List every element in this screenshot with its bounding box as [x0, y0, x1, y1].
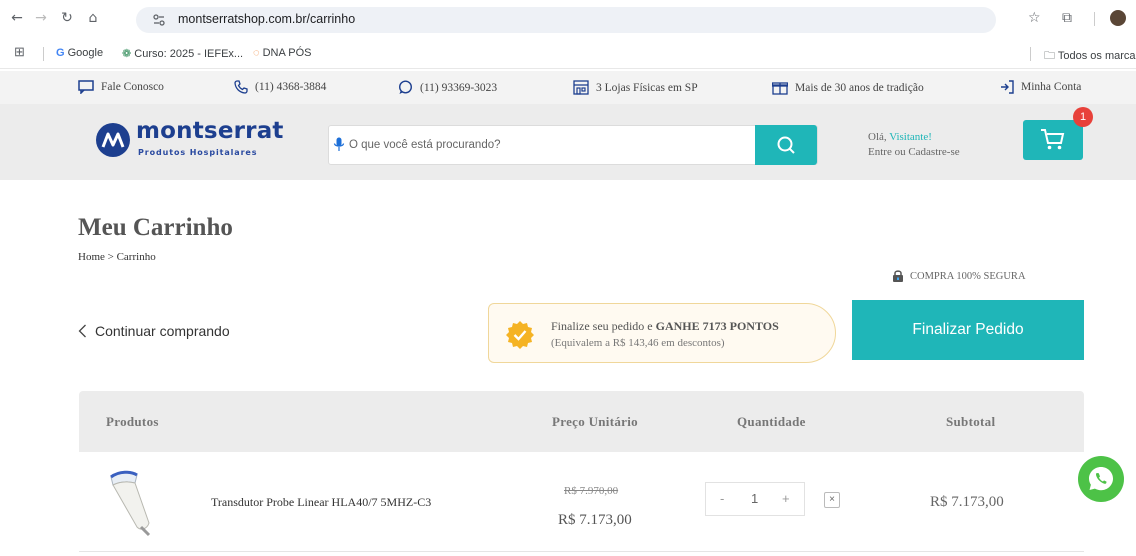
verified-badge-icon — [506, 321, 534, 349]
bookmarks-bar: ⊞ G Google ❁ Curso: 2025 - IEFEx... ◌ DN… — [0, 38, 1136, 69]
continue-shopping-link[interactable]: Continuar comprando — [78, 323, 230, 339]
search-icon — [777, 136, 795, 154]
bookmark-star-icon[interactable]: ☆ — [1028, 8, 1041, 28]
remove-item-button[interactable]: × — [824, 492, 840, 508]
profile-avatar[interactable] — [1110, 10, 1126, 26]
points-banner: Finalize seu pedido e GANHE 7173 PONTOS … — [488, 303, 836, 363]
points-equivalence: (Equivalem a R$ 143,46 em descontos) — [551, 337, 725, 349]
breadcrumb[interactable]: Home > Carrinho — [78, 251, 156, 263]
points-message: Finalize seu pedido e GANHE 7173 PONTOS — [551, 319, 779, 333]
lock-icon — [893, 270, 903, 282]
whatsapp-outline-icon — [398, 80, 413, 94]
header-subtotal: Subtotal — [946, 414, 996, 429]
apps-grid-icon[interactable]: ⊞ — [14, 44, 25, 60]
page-title: Meu Carrinho — [78, 214, 233, 241]
user-greeting[interactable]: Olá, Visitante! Entre ou Cadastre-se — [868, 130, 960, 160]
item-subtotal: R$ 7.173,00 — [930, 494, 1004, 510]
bookmark-dna-pos[interactable]: ◌ DNA PÓS — [253, 47, 312, 59]
cart-table-header: Produtos Preço Unitário Quantidade Subto… — [79, 391, 1084, 452]
bookmark-curso[interactable]: ❁ Curso: 2025 - IEFEx... — [122, 47, 243, 60]
folder-icon: 🗀 — [1044, 50, 1055, 62]
curso-icon: ❁ — [122, 48, 132, 60]
microphone-icon[interactable] — [333, 137, 345, 153]
reload-icon[interactable]: ↻ — [58, 9, 76, 27]
old-price: R$ 7.970,00 — [564, 485, 619, 497]
all-bookmarks[interactable]: 🗀 Todos os marca — [1044, 47, 1136, 66]
logo-subtitle: Produtos Hospitalares — [138, 148, 258, 157]
visitor-name: Visitante! — [889, 131, 932, 143]
toolbar-divider — [1094, 12, 1095, 26]
chevron-left-icon — [78, 324, 86, 338]
google-icon: G — [56, 47, 65, 59]
quantity-decrease-button[interactable]: - — [720, 491, 724, 506]
cart-item-row: Transdutor Probe Linear HLA40/7 5MHZ-C3 … — [79, 452, 1084, 552]
extensions-icon[interactable]: ⧉ — [1062, 8, 1072, 28]
header-unit-price: Preço Unitário — [552, 414, 638, 429]
secure-purchase-badge: COMPRA 100% SEGURA — [892, 269, 1026, 283]
header-quantity: Quantidade — [737, 414, 806, 429]
finalize-order-button[interactable]: Finalizar Pedido — [852, 300, 1084, 360]
logo-name: montserrat — [136, 118, 284, 144]
cart-button[interactable] — [1023, 120, 1083, 160]
stores-link[interactable]: 3 Lojas Físicas em SP — [573, 80, 698, 95]
bookmarks-divider — [43, 47, 44, 61]
chat-icon — [78, 80, 94, 94]
search-input[interactable] — [349, 126, 749, 164]
product-image[interactable] — [105, 469, 165, 537]
header-products: Produtos — [106, 414, 159, 429]
address-bar[interactable]: montserratshop.com.br/carrinho — [136, 7, 996, 33]
phone-link[interactable]: (11) 4368-3884 — [234, 80, 326, 94]
search-button[interactable] — [755, 125, 817, 165]
tradition-link[interactable]: Mais de 30 anos de tradição — [772, 80, 924, 95]
site-header: montserrat Produtos Hospitalares Olá, Vi… — [0, 104, 1136, 180]
quantity-value[interactable]: 1 — [751, 491, 758, 506]
account-link[interactable]: Minha Conta — [1000, 80, 1081, 94]
cart-icon — [1041, 129, 1065, 150]
url-text: montserratshop.com.br/carrinho — [178, 12, 356, 26]
product-name[interactable]: Transdutor Probe Linear HLA40/7 5MHZ-C3 — [211, 495, 431, 510]
points-amount: GANHE 7173 PONTOS — [655, 319, 779, 333]
whatsapp-float-button[interactable] — [1078, 456, 1124, 502]
whatsapp-link[interactable]: (11) 93369-3023 — [398, 80, 497, 95]
login-icon — [1001, 80, 1014, 94]
contact-link[interactable]: Fale Conosco — [78, 80, 164, 94]
search-box — [328, 125, 818, 165]
cart-count-badge: 1 — [1073, 107, 1093, 127]
store-icon — [573, 80, 589, 95]
bookmark-google[interactable]: G Google — [56, 47, 103, 59]
browser-toolbar: ← → ↻ ⌂ montserratshop.com.br/carrinho ☆… — [0, 0, 1136, 38]
info-bar: Fale Conosco (11) 4368-3884 (11) 93369-3… — [0, 71, 1136, 104]
whatsapp-icon — [1089, 467, 1113, 491]
home-icon[interactable]: ⌂ — [84, 9, 102, 27]
quantity-increase-button[interactable]: + — [782, 491, 790, 506]
unit-price: R$ 7.173,00 — [558, 512, 632, 528]
logo-mark-icon — [96, 123, 130, 157]
bookmarks-right-divider — [1030, 47, 1031, 61]
forward-icon[interactable]: → — [32, 9, 50, 27]
login-register-link[interactable]: Entre ou Cadastre-se — [868, 146, 960, 158]
logo[interactable]: montserrat Produtos Hospitalares — [96, 118, 286, 164]
back-icon[interactable]: ← — [8, 9, 26, 27]
gift-icon — [772, 82, 788, 95]
phone-icon — [234, 80, 248, 94]
dna-icon: ◌ — [253, 47, 260, 59]
quantity-stepper: - 1 + — [705, 482, 805, 516]
site-info-icon[interactable] — [152, 13, 166, 27]
